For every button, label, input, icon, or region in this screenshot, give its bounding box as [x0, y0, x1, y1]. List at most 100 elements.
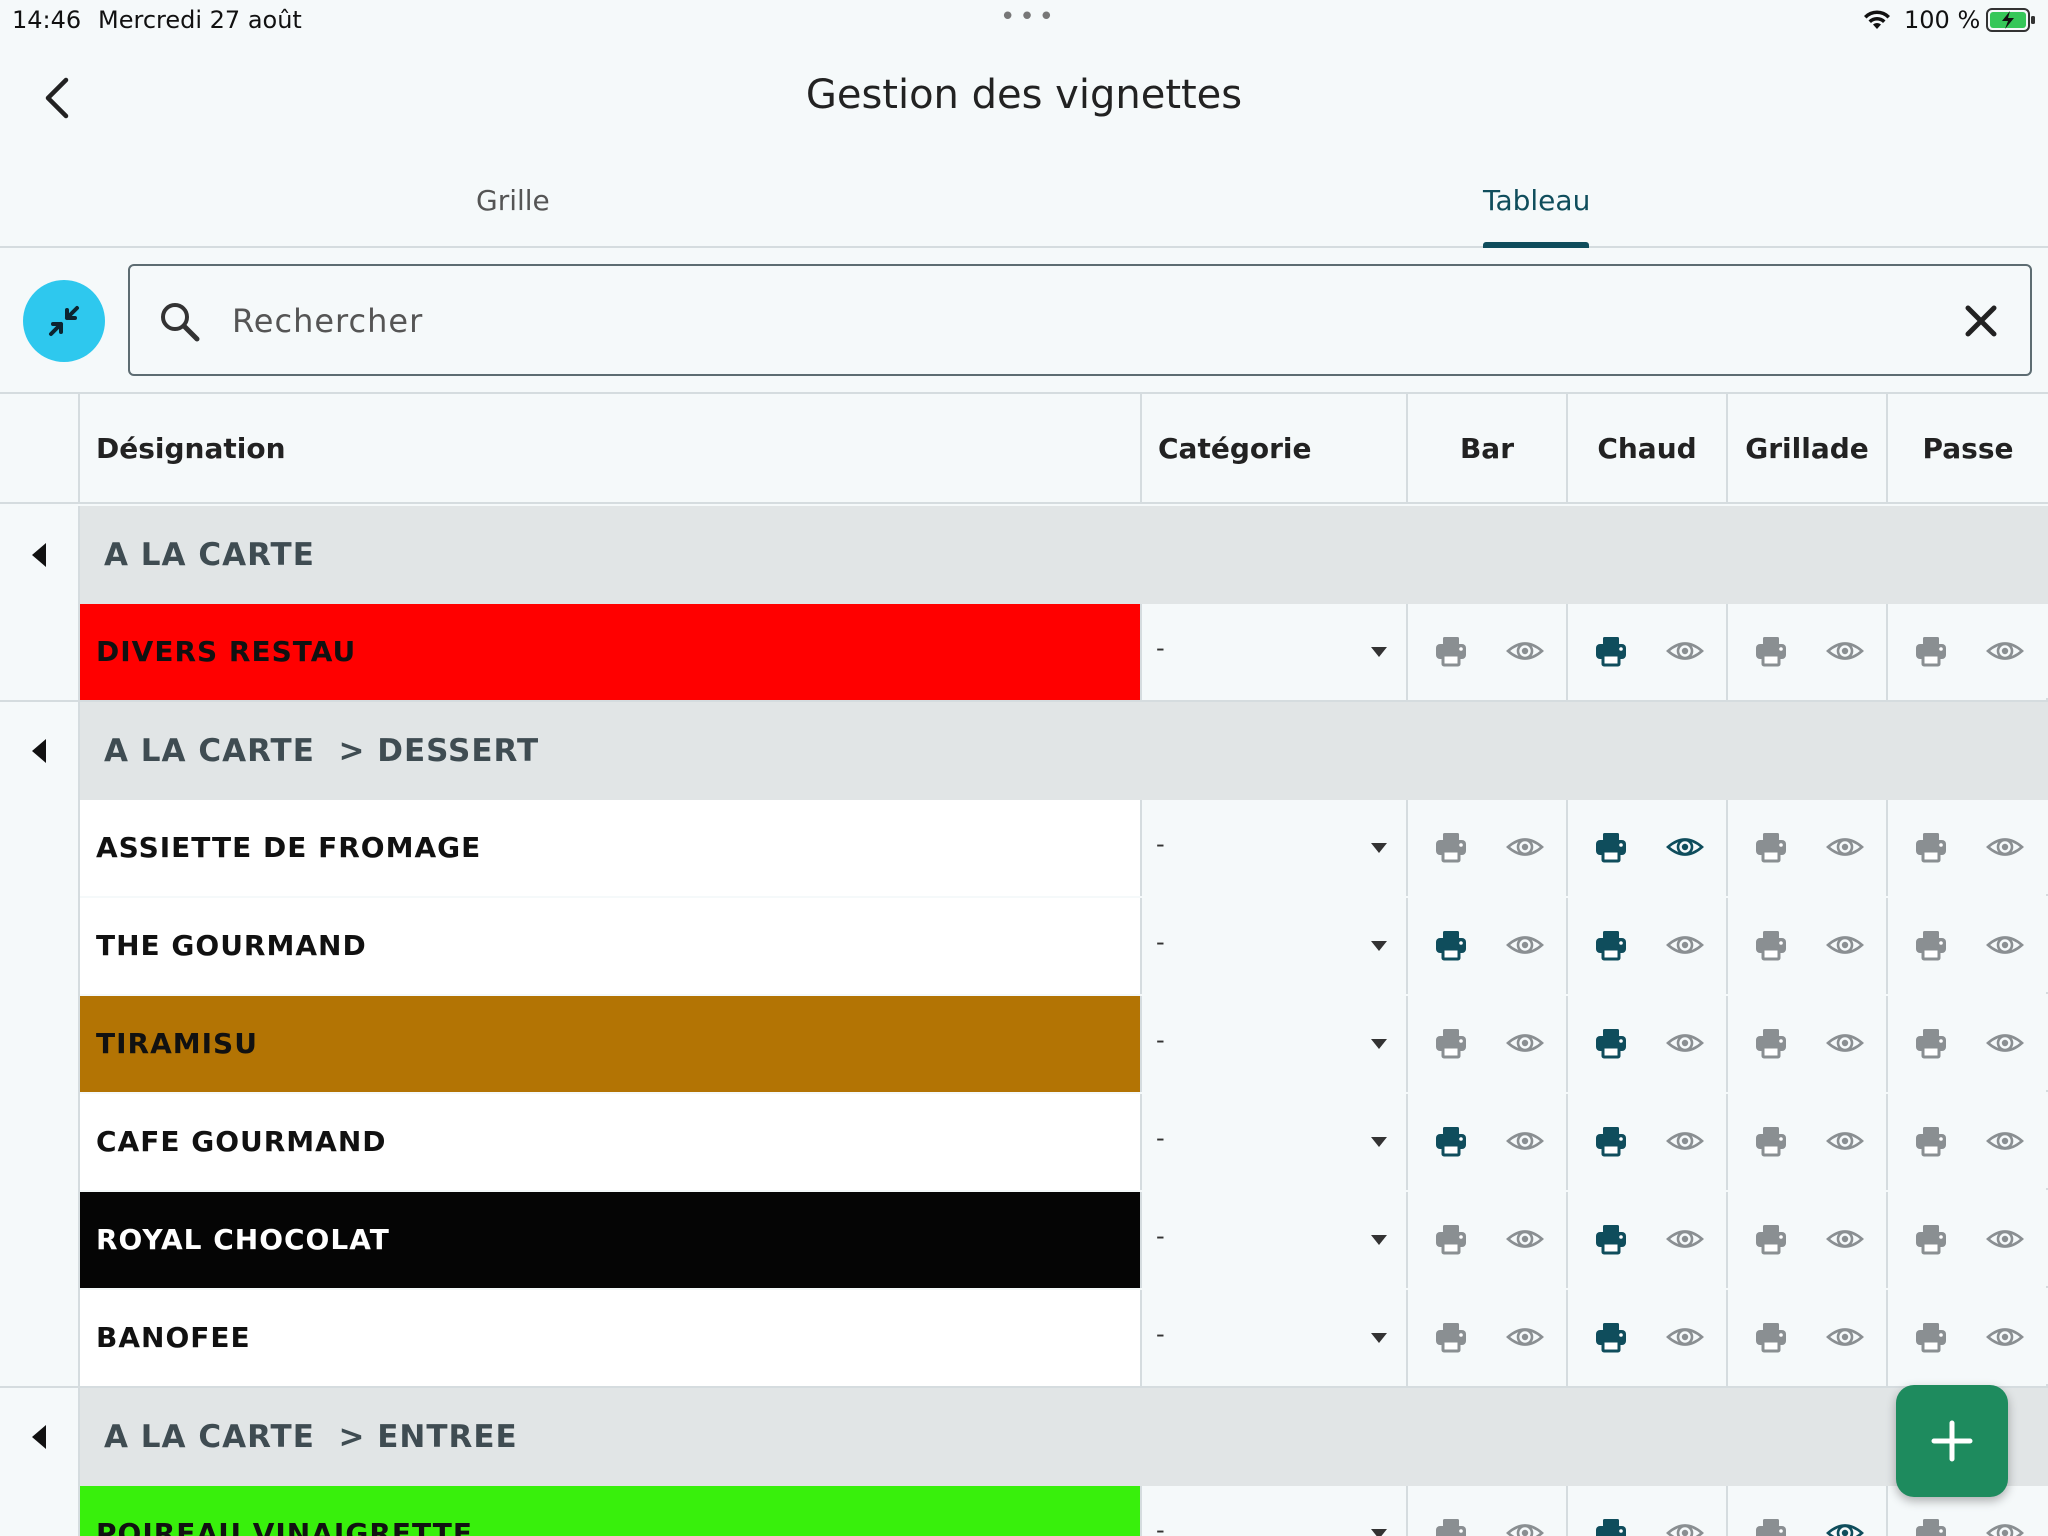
item-designation[interactable]: DIVERS RESTAU: [80, 604, 1140, 700]
printer-icon[interactable]: [1434, 1516, 1468, 1536]
eye-icon[interactable]: [1826, 634, 1864, 668]
eye-icon[interactable]: [1986, 1222, 2024, 1256]
table-row[interactable]: TIRAMISU -: [80, 996, 2048, 1092]
eye-icon[interactable]: [1826, 1320, 1864, 1354]
printer-icon[interactable]: [1754, 1124, 1788, 1158]
printer-icon[interactable]: [1754, 830, 1788, 864]
category-select[interactable]: -: [1140, 604, 1406, 700]
item-designation[interactable]: CAFE GOURMAND: [80, 1094, 1140, 1190]
caret-left-icon[interactable]: [30, 738, 48, 764]
table-row[interactable]: THE GOURMAND -: [80, 898, 2048, 994]
printer-icon[interactable]: [1594, 1124, 1628, 1158]
printer-icon[interactable]: [1914, 1516, 1948, 1536]
column-header-category[interactable]: Catégorie: [1140, 394, 1406, 504]
eye-icon[interactable]: [1666, 634, 1704, 668]
printer-icon[interactable]: [1594, 634, 1628, 668]
item-designation[interactable]: TIRAMISU: [80, 996, 1140, 1092]
eye-icon[interactable]: [1986, 1320, 2024, 1354]
table-row[interactable]: DIVERS RESTAU -: [80, 604, 2048, 700]
eye-icon[interactable]: [1986, 1124, 2024, 1158]
eye-icon[interactable]: [1666, 1320, 1704, 1354]
printer-icon[interactable]: [1434, 1222, 1468, 1256]
eye-icon[interactable]: [1506, 1320, 1544, 1354]
printer-icon[interactable]: [1434, 1320, 1468, 1354]
collapse-groups-button[interactable]: [23, 280, 105, 362]
eye-icon[interactable]: [1506, 1124, 1544, 1158]
eye-icon[interactable]: [1826, 1124, 1864, 1158]
printer-icon[interactable]: [1754, 928, 1788, 962]
eye-icon[interactable]: [1666, 1222, 1704, 1256]
printer-icon[interactable]: [1594, 1516, 1628, 1536]
printer-icon[interactable]: [1754, 1320, 1788, 1354]
eye-icon[interactable]: [1666, 928, 1704, 962]
printer-icon[interactable]: [1434, 928, 1468, 962]
category-select[interactable]: -: [1140, 1486, 1406, 1536]
category-select[interactable]: -: [1140, 1094, 1406, 1190]
eye-icon[interactable]: [1506, 1222, 1544, 1256]
eye-icon[interactable]: [1986, 1026, 2024, 1060]
printer-icon[interactable]: [1594, 1222, 1628, 1256]
item-designation[interactable]: ROYAL CHOCOLAT: [80, 1192, 1140, 1288]
printer-icon[interactable]: [1914, 928, 1948, 962]
item-designation[interactable]: BANOFEE: [80, 1290, 1140, 1386]
printer-icon[interactable]: [1914, 1222, 1948, 1256]
printer-icon[interactable]: [1434, 1026, 1468, 1060]
printer-icon[interactable]: [1914, 1124, 1948, 1158]
add-vignette-button[interactable]: [1896, 1385, 2008, 1497]
search-input[interactable]: [232, 292, 1832, 350]
tab-grille[interactable]: Grille: [476, 184, 550, 217]
printer-icon[interactable]: [1754, 634, 1788, 668]
eye-icon[interactable]: [1506, 830, 1544, 864]
category-select[interactable]: -: [1140, 898, 1406, 994]
eye-icon[interactable]: [1666, 1026, 1704, 1060]
eye-icon[interactable]: [1506, 1516, 1544, 1536]
eye-icon[interactable]: [1666, 830, 1704, 864]
eye-icon[interactable]: [1986, 634, 2024, 668]
item-designation[interactable]: POIREAU VINAIGRETTE: [80, 1486, 1140, 1536]
printer-icon[interactable]: [1594, 1026, 1628, 1060]
eye-icon[interactable]: [1986, 1516, 2024, 1536]
eye-icon[interactable]: [1506, 928, 1544, 962]
column-header-designation[interactable]: Désignation: [78, 394, 1140, 504]
table-row[interactable]: ASSIETTE DE FROMAGE -: [80, 800, 2048, 896]
eye-icon[interactable]: [1826, 928, 1864, 962]
printer-icon[interactable]: [1914, 634, 1948, 668]
item-designation[interactable]: ASSIETTE DE FROMAGE: [80, 800, 1140, 896]
multitasking-dots-icon[interactable]: •••: [1000, 2, 1058, 32]
group-header[interactable]: A LA CARTE > ENTREE: [80, 1388, 2048, 1486]
printer-icon[interactable]: [1434, 1124, 1468, 1158]
table-row[interactable]: CAFE GOURMAND -: [80, 1094, 2048, 1190]
eye-icon[interactable]: [1826, 830, 1864, 864]
printer-icon[interactable]: [1914, 1026, 1948, 1060]
eye-icon[interactable]: [1826, 1222, 1864, 1256]
category-select[interactable]: -: [1140, 800, 1406, 896]
category-select[interactable]: -: [1140, 1290, 1406, 1386]
close-icon[interactable]: [1956, 296, 2006, 346]
item-designation[interactable]: THE GOURMAND: [80, 898, 1140, 994]
column-header-chaud[interactable]: Chaud: [1566, 394, 1726, 504]
table-row[interactable]: ROYAL CHOCOLAT -: [80, 1192, 2048, 1288]
caret-left-icon[interactable]: [30, 1424, 48, 1450]
column-header-grillade[interactable]: Grillade: [1726, 394, 1886, 504]
eye-icon[interactable]: [1506, 634, 1544, 668]
column-header-passe[interactable]: Passe: [1886, 394, 2048, 504]
printer-icon[interactable]: [1434, 634, 1468, 668]
category-select[interactable]: -: [1140, 1192, 1406, 1288]
column-header-bar[interactable]: Bar: [1406, 394, 1566, 504]
group-header[interactable]: A LA CARTE > DESSERT: [80, 702, 2048, 800]
eye-icon[interactable]: [1986, 830, 2024, 864]
printer-icon[interactable]: [1754, 1222, 1788, 1256]
table-row[interactable]: POIREAU VINAIGRETTE -: [80, 1486, 2048, 1536]
eye-icon[interactable]: [1826, 1026, 1864, 1060]
table-row[interactable]: BANOFEE -: [80, 1290, 2048, 1386]
printer-icon[interactable]: [1754, 1516, 1788, 1536]
eye-icon[interactable]: [1506, 1026, 1544, 1060]
group-header[interactable]: A LA CARTE: [80, 506, 2048, 604]
printer-icon[interactable]: [1434, 830, 1468, 864]
eye-icon[interactable]: [1666, 1516, 1704, 1536]
printer-icon[interactable]: [1914, 1320, 1948, 1354]
eye-icon[interactable]: [1986, 928, 2024, 962]
printer-icon[interactable]: [1594, 928, 1628, 962]
caret-left-icon[interactable]: [30, 542, 48, 568]
printer-icon[interactable]: [1914, 830, 1948, 864]
